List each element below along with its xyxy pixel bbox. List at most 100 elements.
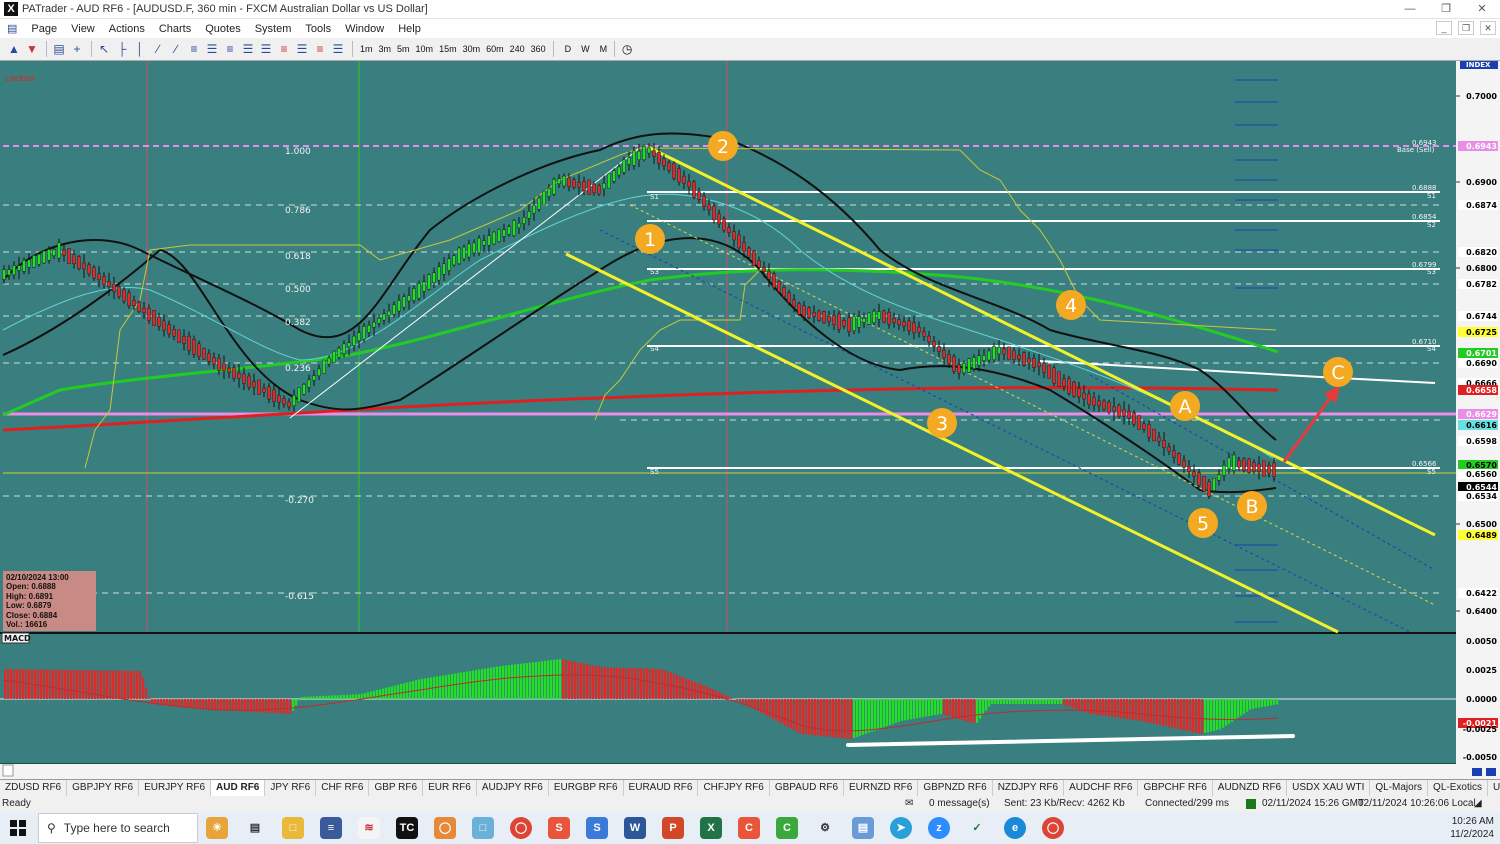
menu-window[interactable]: Window [338, 23, 391, 35]
timeframe-240[interactable]: 240 [507, 44, 528, 54]
symbol-tab[interactable]: QL-Majors [1370, 780, 1429, 796]
symbol-tab[interactable]: ZDUSD RF6 [0, 780, 68, 796]
chrome-2-icon[interactable]: ◯ [1042, 817, 1064, 839]
calculator-icon[interactable]: ≡ [320, 817, 342, 839]
snagit-icon[interactable]: S [548, 817, 570, 839]
symbol-tab[interactable]: AUDNZD RF6 [1213, 780, 1288, 796]
zoom-out-icon[interactable] [1486, 768, 1496, 776]
app-c-orange-icon[interactable]: C [738, 817, 760, 839]
menu-charts[interactable]: Charts [152, 23, 198, 35]
text-tool-icon[interactable]: ≡ [312, 41, 328, 57]
timeframe-360[interactable]: 360 [528, 44, 549, 54]
symbol-tab[interactable]: QL-Exotics [1428, 780, 1488, 796]
file-explorer-icon[interactable]: □ [282, 817, 304, 839]
timeframe-5m[interactable]: 5m [394, 44, 413, 54]
app-blue-icon[interactable]: □ [472, 817, 494, 839]
app-screen-icon[interactable]: ▤ [852, 817, 874, 839]
menu-view[interactable]: View [64, 23, 102, 35]
crosshair-icon[interactable]: + [69, 41, 85, 57]
symbol-tab[interactable]: NZDJPY RF6 [993, 780, 1065, 796]
symbol-tab[interactable]: AUD RF6 [211, 780, 266, 796]
scroll-box[interactable] [2, 764, 14, 777]
period-weekly[interactable]: W [578, 44, 593, 54]
fibonacci-icon[interactable]: ≡ [186, 41, 202, 57]
more-tools-icon[interactable]: ☰ [330, 41, 346, 57]
app-checkmark-icon[interactable]: ✓ [966, 817, 988, 839]
symbol-tab[interactable]: EUR RF6 [423, 780, 477, 796]
mail-icon[interactable]: ✉ [905, 798, 913, 809]
symbol-tab[interactable]: GBPCHF RF6 [1138, 780, 1213, 796]
chrome-icon[interactable]: ◯ [510, 817, 532, 839]
symbol-tab[interactable]: GBPNZD RF6 [918, 780, 993, 796]
tc-app-icon[interactable]: TC [396, 817, 418, 839]
timeframe-60m[interactable]: 60m [483, 44, 507, 54]
gann-icon[interactable]: ☰ [240, 41, 256, 57]
symbol-tab[interactable]: JPY RF6 [265, 780, 317, 796]
horizontal-line-icon[interactable]: ├ [114, 41, 130, 57]
app-orange-icon[interactable]: ◯ [434, 817, 456, 839]
timeframe-30m[interactable]: 30m [460, 44, 484, 54]
channel-icon[interactable]: ∕ [168, 41, 184, 57]
symbol-tab[interactable]: CHFJPY RF6 [698, 780, 770, 796]
word-icon[interactable]: W [624, 817, 646, 839]
regression-icon[interactable]: ≡ [276, 41, 292, 57]
zoom-icon[interactable]: z [928, 817, 950, 839]
menu-actions[interactable]: Actions [102, 23, 152, 35]
menu-system[interactable]: System [248, 23, 299, 35]
symbol-tab[interactable]: GBPJPY RF6 [67, 780, 140, 796]
clock-icon[interactable]: ◷ [619, 41, 635, 57]
buy-icon[interactable]: ▲ [6, 41, 22, 57]
news-widget-icon[interactable]: ☀ [206, 817, 228, 839]
chart-icon[interactable]: ▤ [51, 41, 67, 57]
app-s-blue-icon[interactable]: S [586, 817, 608, 839]
symbol-tab[interactable]: USDX RF6 [1488, 780, 1500, 796]
settings-gear-icon[interactable]: ⚙ [814, 817, 836, 839]
zoom-in-icon[interactable] [1472, 768, 1482, 776]
fib-arc-icon[interactable]: ≡ [222, 41, 238, 57]
trading-app-icon[interactable]: ≋ [358, 817, 380, 839]
symbol-tab[interactable]: AUDJPY RF6 [477, 780, 549, 796]
minimize-button[interactable]: — [1392, 0, 1428, 18]
maximize-button[interactable]: ❐ [1428, 0, 1464, 18]
edge-icon[interactable]: e [1004, 817, 1026, 839]
symbol-tab[interactable]: AUDCHF RF6 [1064, 780, 1139, 796]
symbol-tab[interactable]: CHF RF6 [316, 780, 370, 796]
telegram-icon[interactable]: ➤ [890, 817, 912, 839]
period-daily[interactable]: D [562, 44, 575, 54]
symbol-tab[interactable]: EURNZD RF6 [844, 780, 919, 796]
mdi-minimize-button[interactable]: _ [1436, 21, 1452, 35]
timeframe-3m[interactable]: 3m [376, 44, 395, 54]
cycle-lines-icon[interactable]: ☰ [294, 41, 310, 57]
menu-tools[interactable]: Tools [298, 23, 338, 35]
task-view-icon[interactable]: ▤ [244, 817, 266, 839]
cursor-icon[interactable]: ↖ [96, 41, 112, 57]
sell-icon[interactable]: ▼ [24, 41, 40, 57]
trendline-icon[interactable]: ∕ [150, 41, 166, 57]
menu-help[interactable]: Help [391, 23, 428, 35]
timeframe-15m[interactable]: 15m [436, 44, 460, 54]
andrews-pitchfork-icon[interactable]: ☰ [258, 41, 274, 57]
taskbar-search-input[interactable]: ⚲ Type here to search [38, 813, 198, 843]
symbol-tab[interactable]: GBPAUD RF6 [770, 780, 845, 796]
symbol-tab[interactable]: EURJPY RF6 [139, 780, 212, 796]
mdi-restore-button[interactable]: ❐ [1458, 21, 1474, 35]
mdi-close-button[interactable]: ✕ [1480, 21, 1496, 35]
powerpoint-icon[interactable]: P [662, 817, 684, 839]
vertical-line-icon[interactable]: │ [132, 41, 148, 57]
windows-start-icon[interactable] [0, 812, 36, 844]
chart-menu-icon[interactable]: ▤ [0, 22, 24, 35]
chart-area[interactable]: 1 2 3 4 5 A B C 1.000 0.786 0.618 0.500 0.382 0… [0, 61, 1500, 779]
symbol-tab[interactable]: EURGBP RF6 [549, 780, 624, 796]
fib-fan-icon[interactable]: ☰ [204, 41, 220, 57]
symbol-tab[interactable]: USDX XAU WTI [1287, 780, 1371, 796]
app-c-green-icon[interactable]: C [776, 817, 798, 839]
timeframe-1m[interactable]: 1m [357, 44, 376, 54]
period-monthly[interactable]: M [597, 44, 611, 54]
close-button[interactable]: ✕ [1464, 0, 1500, 18]
menu-page[interactable]: Page [24, 23, 64, 35]
system-clock[interactable]: 10:26 AM 11/2/2024 [1450, 815, 1494, 841]
symbol-tab[interactable]: GBP RF6 [369, 780, 424, 796]
price-chart[interactable]: 1 2 3 4 5 A B C 1.000 0.786 0.618 0.500 0.382 0… [0, 61, 1500, 779]
excel-icon[interactable]: X [700, 817, 722, 839]
timeframe-10m[interactable]: 10m [413, 44, 437, 54]
